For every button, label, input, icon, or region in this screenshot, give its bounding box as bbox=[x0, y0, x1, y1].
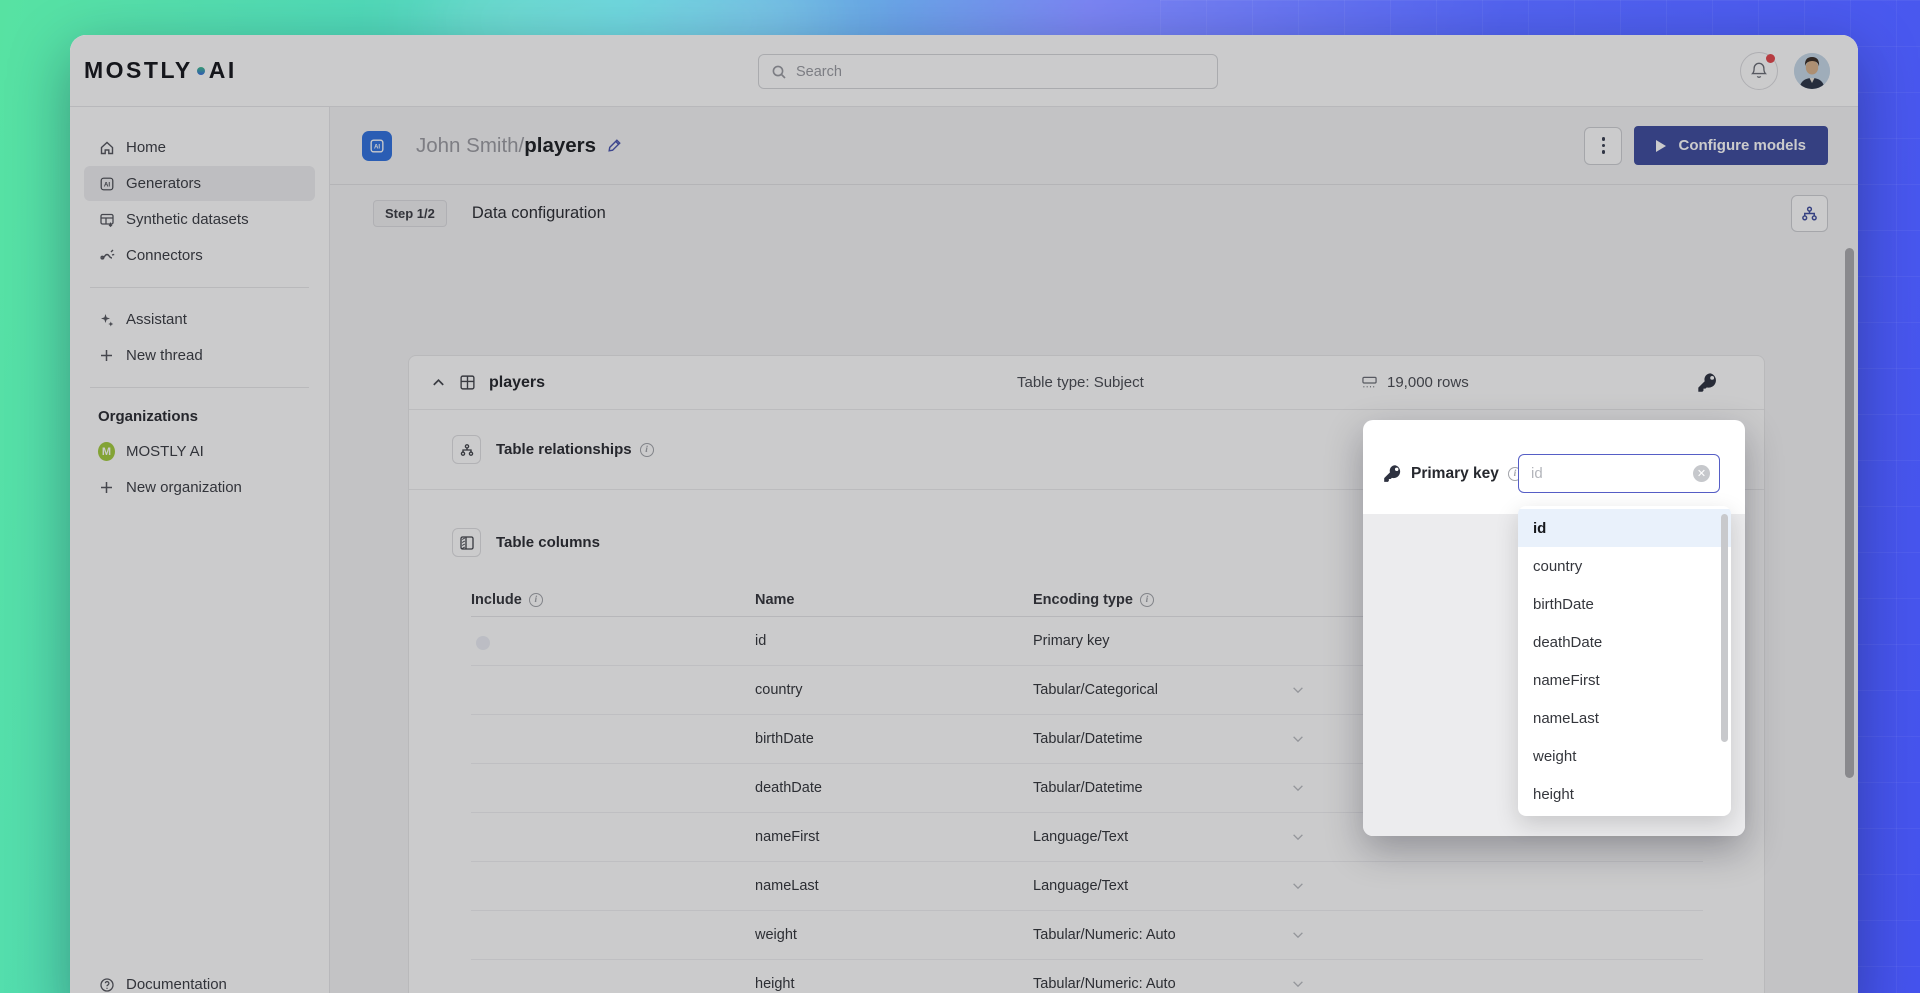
primary-key-option[interactable]: nameFirst bbox=[1518, 661, 1731, 699]
primary-key-option[interactable]: weight bbox=[1518, 737, 1731, 775]
primary-key-option[interactable]: id bbox=[1518, 509, 1731, 547]
primary-key-option[interactable]: nameLast bbox=[1518, 699, 1731, 737]
primary-key-option[interactable]: deathDate bbox=[1518, 623, 1731, 661]
options-container: idcountrybirthDatedeathDatenameFirstname… bbox=[1518, 509, 1731, 813]
primary-key-options-list: idcountrybirthDatedeathDatenameFirstname… bbox=[1518, 506, 1731, 816]
primary-key-input[interactable] bbox=[1531, 465, 1693, 482]
clear-input-icon[interactable]: ✕ bbox=[1693, 465, 1710, 482]
primary-key-option[interactable]: birthDate bbox=[1518, 585, 1731, 623]
desktop-background: MOSTLY AI bbox=[0, 0, 1920, 993]
dropdown-scrollbar[interactable] bbox=[1721, 514, 1728, 742]
primary-key-input-wrap: ✕ bbox=[1518, 454, 1720, 493]
primary-key-option[interactable]: height bbox=[1518, 775, 1731, 813]
key-icon bbox=[1383, 464, 1402, 483]
primary-key-option[interactable]: country bbox=[1518, 547, 1731, 585]
primary-key-popover: Primary key i ✕ idcountrybirthDatedeathD… bbox=[1363, 420, 1745, 836]
primary-key-label: Primary key bbox=[1411, 465, 1499, 483]
